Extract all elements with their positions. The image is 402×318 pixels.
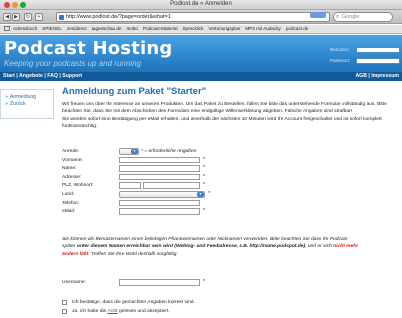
required-marker: * (203, 208, 206, 215)
name-field[interactable] (119, 165, 200, 172)
chevron-down-icon: ▾ (197, 191, 204, 197)
username-notice: Sie können als Benutzernamen einen belie… (62, 236, 362, 258)
window-title: Podlost.de » Anmelden (170, 1, 232, 7)
name-label: Name: (62, 166, 77, 172)
login-pass-input[interactable] (356, 58, 400, 64)
required-marker: * (203, 156, 206, 163)
required-marker: * (203, 182, 206, 189)
bookmark-item[interactable]: Sprecklick (182, 25, 203, 33)
anrede-label: Anrede: (62, 149, 80, 154)
notice-bold-text: unter diesem Namen erreichbar sein wird … (76, 244, 306, 250)
search-input[interactable]: Google (333, 12, 393, 22)
site-slogan: Keeping your podcasts up and running (4, 59, 141, 68)
intro-text-2: Sie werden sofort eine Bestätigung per e… (62, 116, 382, 129)
agb-label-pre: Ja, ich habe die (72, 309, 108, 314)
bookmark-item[interactable]: SPIEGEL (42, 25, 62, 33)
sidebar-item-zurueck[interactable]: Zurück (5, 101, 49, 108)
agb-row: Ja, ich habe die AGB gelesen und akzepti… (62, 308, 362, 317)
nav-start[interactable]: Start (3, 73, 15, 79)
agb-link[interactable]: AGB (107, 309, 117, 314)
form-row-plz: PLZ, Wohnort: * (62, 182, 362, 191)
nav-agb[interactable]: AGB (355, 73, 367, 79)
agb-label-post: gelesen und akzeptiert. (117, 309, 170, 314)
bookmark-item[interactable]: Vertonungsplan (208, 25, 240, 33)
adresse-label: Adresse: (62, 174, 82, 180)
land-label: Land: (62, 191, 75, 197)
bookmark-item[interactable]: tagesschau.de (92, 25, 122, 33)
notice-text: . Treffen Sie Ihre Wahl deshalb sorgfält… (88, 251, 178, 257)
main-content: Anmeldung zum Paket "Starter" Wir freuen… (62, 86, 398, 130)
bookmarks-bar: Adressbuch SPIEGEL zenidirect tagesschau.de… (0, 25, 402, 34)
required-note: * = erforderliche Angaben (141, 149, 197, 154)
required-marker: * (203, 279, 206, 285)
plz-field[interactable] (119, 182, 141, 189)
intro-text: Wir freuen uns über Ihr Interesse an uns… (62, 102, 387, 115)
nav-faq[interactable]: FAQ (47, 73, 58, 79)
bookmark-item[interactable]: Podcast-Material (143, 25, 177, 33)
main-nav: Start | Angebote | FAQ | Support AGB | I… (0, 72, 402, 81)
nav-angebote[interactable]: Angebote (19, 73, 43, 79)
vorname-label: Vorname: (62, 157, 83, 163)
bookmark-item[interactable]: zenidirect (67, 25, 87, 33)
site-favicon-icon (59, 15, 64, 20)
required-marker: * (203, 173, 206, 180)
land-select[interactable]: ▾ (119, 190, 205, 198)
confirm-checkboxes: Ich bestätige, dass die gemachten Angabe… (62, 299, 362, 317)
sidebar-item-anmeldung[interactable]: Anmeldung (5, 94, 49, 101)
telefon-label: Telefon: (62, 200, 80, 206)
agb-label: Ja, ich habe die AGB gelesen und akzepti… (72, 309, 170, 314)
page-title: Anmeldung zum Paket "Starter" (62, 86, 207, 97)
bookmark-item[interactable]: mobo (127, 25, 139, 33)
form-row-email: eMail: * (62, 208, 362, 217)
login-user-label: Benutzer: (330, 47, 350, 52)
browser-toolbar: ◀ ▶ ↻ + http://www.podlost.de/?page=orde… (0, 10, 402, 24)
order-form: Anrede: ▾ * = erforderliche Angaben Vorn… (62, 148, 362, 217)
site-header: Podcast Hosting Keeping your podcasts up… (0, 35, 402, 72)
search-placeholder: Google (342, 14, 360, 20)
bookmarks-book-icon[interactable] (4, 26, 10, 31)
add-bookmark-button[interactable]: + (35, 13, 43, 21)
sidebar: Anmeldung Zurück (0, 89, 54, 119)
adresse-field[interactable] (119, 173, 200, 181)
bookmark-item[interactable]: Adressbuch (13, 25, 37, 33)
form-row-vorname: Vorname: * (62, 156, 362, 166)
form-row-telefon: Telefon: (62, 199, 362, 209)
email-field[interactable] (119, 208, 200, 215)
chevron-down-icon: ▾ (131, 149, 138, 154)
window-titlebar: Podlost.de » Anmelden (0, 0, 402, 10)
back-button[interactable]: ◀ (3, 13, 11, 21)
required-marker: * (203, 165, 206, 172)
address-text: http://www.podlost.de/?page=order&what=1 (66, 14, 171, 20)
site-logo[interactable]: Podcast Hosting (4, 38, 172, 59)
form-row-land: Land: ▾ * (62, 190, 362, 200)
confirm-label: Ich bestätige, dass die gemachten Angabe… (72, 300, 195, 305)
reload-button[interactable]: ↻ (24, 13, 32, 21)
nav-support[interactable]: Support (62, 73, 82, 79)
confirm-row: Ich bestätige, dass die gemachten Angabe… (62, 299, 362, 308)
telefon-field[interactable] (119, 199, 200, 207)
username-label: Username: (62, 280, 86, 285)
notice-text: , und er sich (305, 244, 334, 250)
anrede-select[interactable]: ▾ (119, 148, 139, 155)
form-row-adresse: Adresse: * (62, 173, 362, 183)
agb-checkbox[interactable] (62, 309, 67, 314)
forward-button[interactable]: ▶ (12, 13, 20, 21)
address-bar[interactable]: http://www.podlost.de/?page=order&what=1 (56, 12, 330, 22)
form-row-name: Name: * (62, 165, 362, 174)
vorname-field[interactable] (119, 156, 200, 164)
wohnort-field[interactable] (143, 182, 200, 189)
form-row-username: Username: * (62, 279, 362, 287)
form-row-anrede: Anrede: ▾ * = erforderliche Angaben (62, 148, 362, 157)
plz-label: PLZ, Wohnort: (62, 183, 94, 189)
required-marker: * (208, 190, 211, 197)
login-pass-label: Passwort: (330, 58, 351, 63)
login-user-input[interactable] (356, 47, 400, 53)
bookmark-item[interactable]: MP3 mit Audacity (245, 25, 281, 33)
confirm-checkbox[interactable] (62, 300, 67, 305)
username-field[interactable] (119, 279, 200, 286)
bookmark-item[interactable]: podcast.de (286, 25, 308, 33)
nav-impressum[interactable]: Impressum (371, 73, 399, 79)
rss-icon[interactable] (310, 12, 326, 18)
email-label: eMail: (62, 209, 76, 215)
